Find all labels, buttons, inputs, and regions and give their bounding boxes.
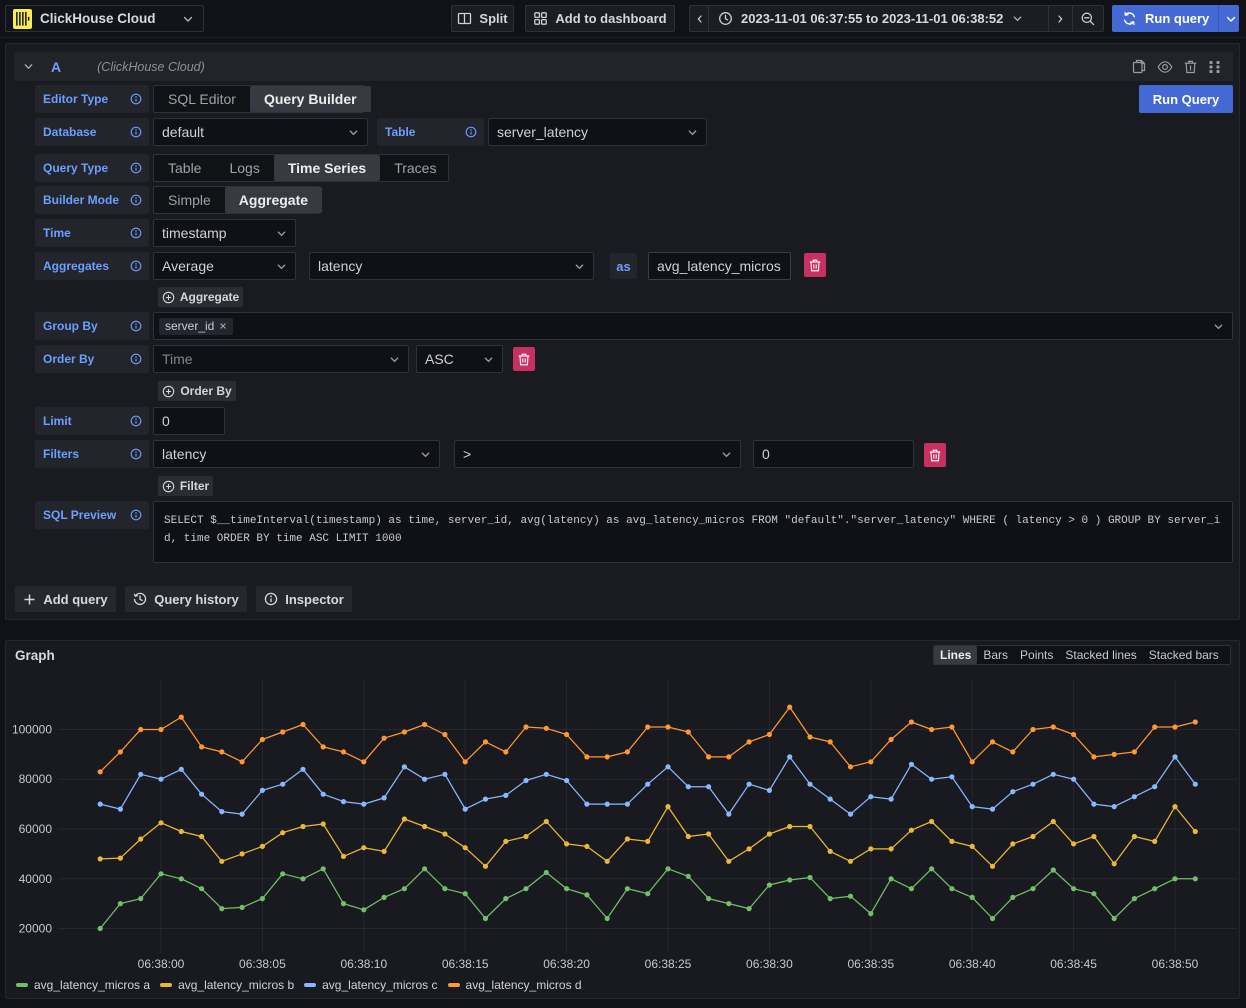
svg-text:06:38:45: 06:38:45: [1050, 957, 1097, 971]
svg-text:06:38:05: 06:38:05: [239, 957, 286, 971]
svg-text:06:38:30: 06:38:30: [746, 957, 793, 971]
svg-text:06:38:40: 06:38:40: [949, 957, 996, 971]
svg-text:06:38:15: 06:38:15: [442, 957, 489, 971]
svg-text:06:38:10: 06:38:10: [340, 957, 387, 971]
svg-text:06:38:00: 06:38:00: [138, 957, 185, 971]
svg-text:06:38:35: 06:38:35: [847, 957, 894, 971]
svg-text:06:38:50: 06:38:50: [1152, 957, 1199, 971]
svg-text:20000: 20000: [19, 922, 53, 936]
svg-text:60000: 60000: [19, 822, 53, 836]
svg-text:80000: 80000: [19, 772, 53, 786]
svg-text:100000: 100000: [12, 723, 52, 737]
svg-text:06:38:20: 06:38:20: [543, 957, 590, 971]
svg-text:40000: 40000: [19, 872, 53, 886]
svg-text:06:38:25: 06:38:25: [645, 957, 692, 971]
